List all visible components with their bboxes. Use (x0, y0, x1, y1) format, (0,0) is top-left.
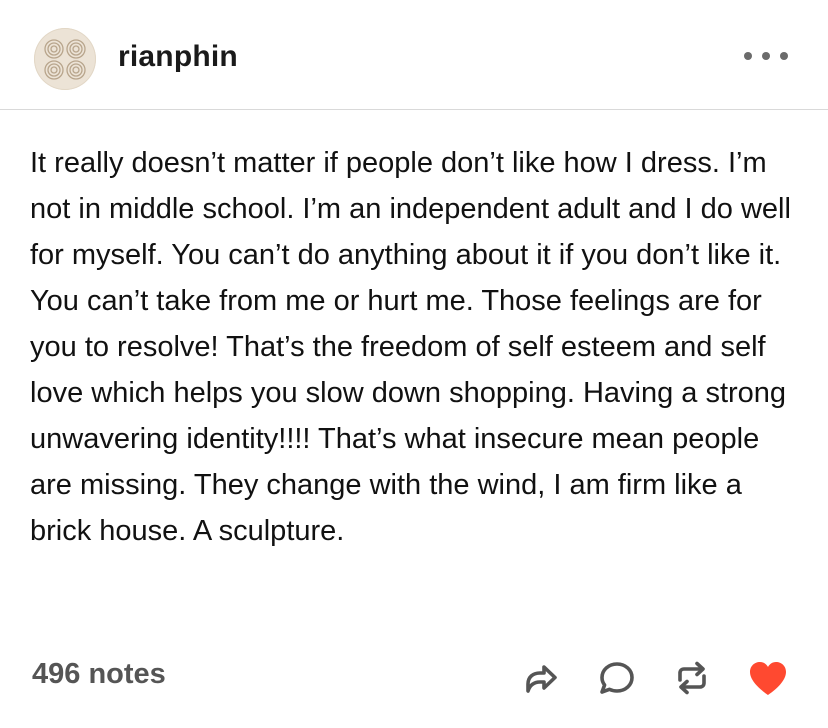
username[interactable]: rianphin (118, 40, 238, 74)
like-button[interactable] (746, 656, 790, 700)
more-dot-icon (780, 52, 788, 60)
notes-count[interactable]: 496 notes (32, 658, 166, 691)
reblog-icon (678, 661, 706, 695)
post-header: rianphin (0, 0, 828, 110)
reply-button[interactable] (595, 656, 639, 700)
more-options-button[interactable] (744, 40, 788, 72)
reply-icon (600, 662, 634, 694)
share-icon (526, 665, 557, 693)
avatar[interactable] (34, 28, 96, 90)
reblog-button[interactable] (670, 656, 714, 700)
heart-icon (750, 662, 786, 695)
avatar-swirl-image (44, 39, 86, 80)
share-button[interactable] (518, 656, 562, 700)
post-text: It really doesn’t matter if people don’t… (30, 147, 791, 547)
more-dot-icon (744, 52, 752, 60)
more-dot-icon (762, 52, 770, 60)
post-footer: 496 notes (0, 640, 828, 720)
